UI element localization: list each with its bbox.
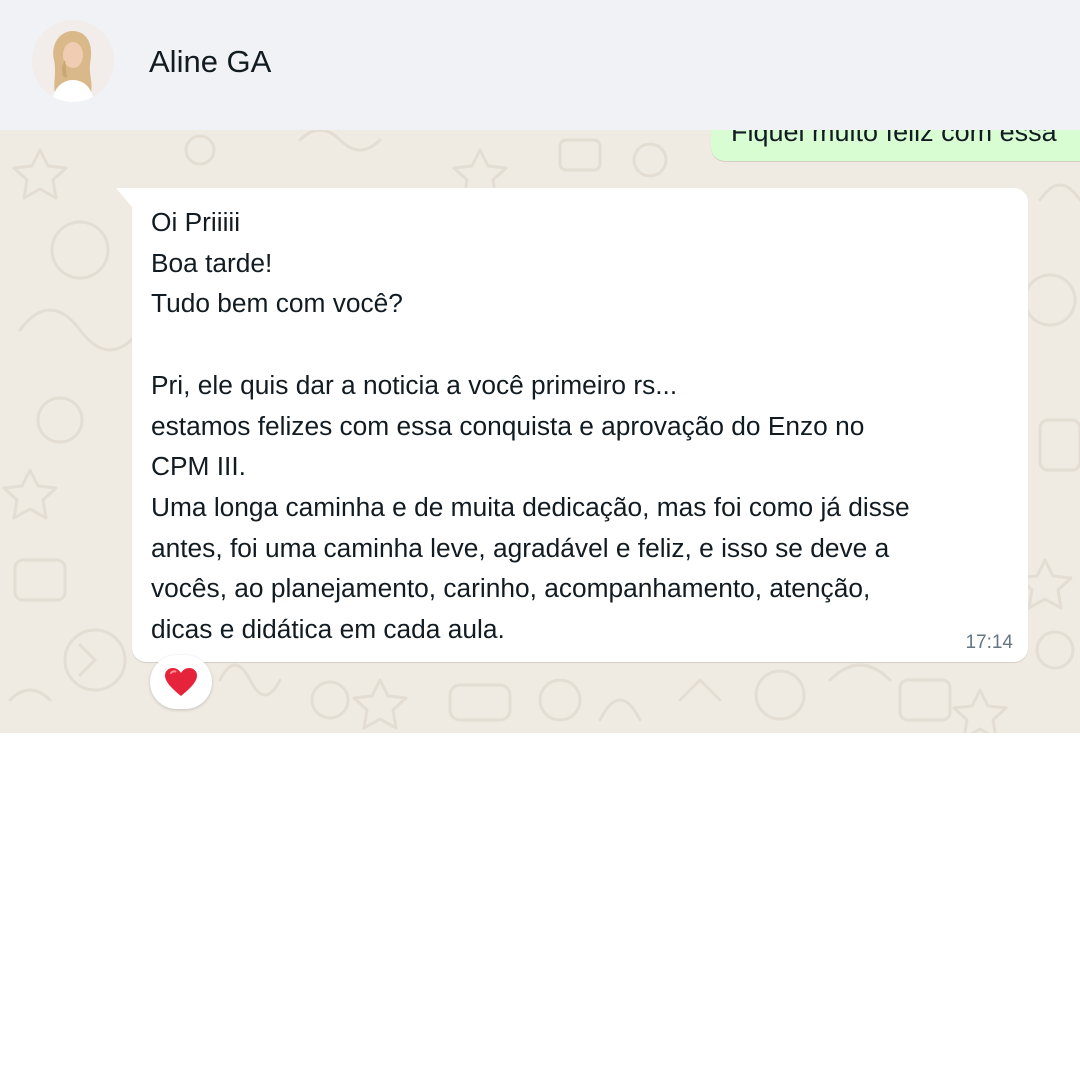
contact-name[interactable]: Aline GA (149, 44, 271, 80)
message-timestamp: 17:14 (965, 632, 1013, 653)
bubble-tail-icon (116, 188, 133, 208)
screenshot: Fiquei muito feliz com essa Oi Priiiii B… (0, 0, 1080, 1080)
chat-header[interactable]: Aline GA (0, 0, 1080, 130)
incoming-message-bubble[interactable]: Oi Priiiii Boa tarde! Tudo bem com você?… (116, 188, 1028, 662)
message-reaction[interactable] (150, 655, 212, 709)
contact-avatar[interactable] (32, 20, 114, 102)
incoming-message-text: Oi Priiiii Boa tarde! Tudo bem com você?… (151, 207, 910, 645)
red-heart-icon (165, 668, 197, 696)
avatar-photo-icon (32, 20, 114, 102)
